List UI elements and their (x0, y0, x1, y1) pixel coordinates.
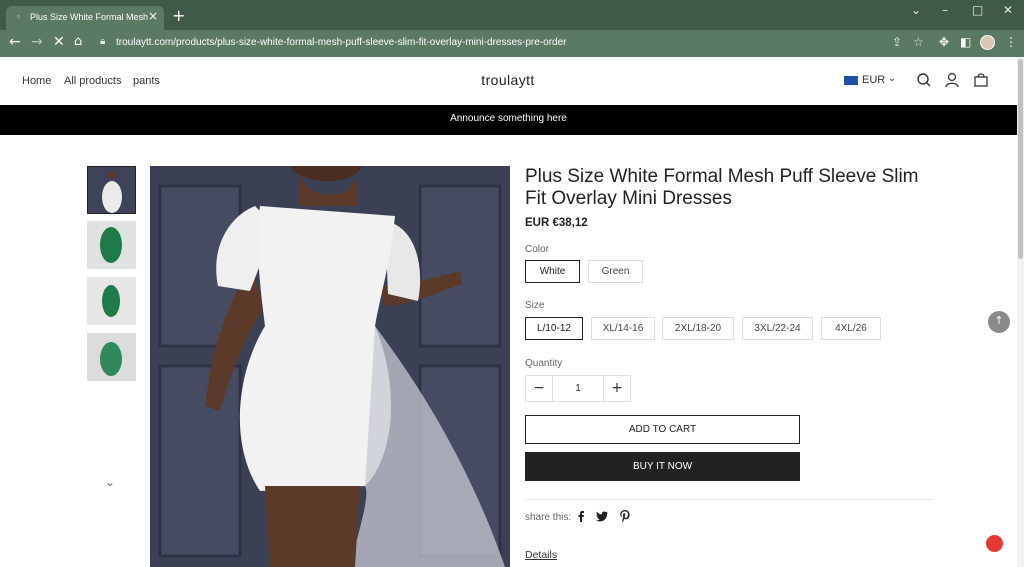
cart-icon[interactable] (972, 70, 990, 90)
close-window-icon[interactable]: ✕ (1003, 3, 1013, 17)
browser-tab-strip: ◦ Plus Size White Formal Mesh Puff × + ⌄… (0, 0, 1024, 30)
share-icon[interactable]: ⇪ (892, 35, 902, 49)
product-price: EUR €38,12 (525, 217, 588, 229)
search-icon[interactable] (915, 70, 933, 90)
arrow-up-icon: ↑ (994, 314, 1004, 327)
product-thumbnail[interactable] (87, 277, 136, 325)
color-option-white[interactable]: White (525, 260, 580, 283)
puzzle-icon[interactable]: ✥ (939, 35, 949, 49)
facebook-icon[interactable] (574, 509, 588, 523)
back-icon[interactable]: ← (9, 34, 21, 50)
quantity-input[interactable] (553, 376, 603, 401)
product-thumbnail[interactable] (87, 166, 136, 214)
tab-close-icon[interactable]: × (148, 9, 158, 23)
tab-title: Plus Size White Formal Mesh Puff (30, 12, 148, 22)
chevron-down-icon[interactable]: ⌄ (105, 475, 115, 489)
page-scrollbar[interactable] (1017, 57, 1024, 567)
announcement-text: Announce something here (450, 113, 567, 124)
size-option-l[interactable]: L/10-12 (525, 317, 583, 340)
twitter-icon[interactable] (595, 509, 609, 523)
account-icon[interactable] (943, 70, 961, 90)
url-text[interactable]: troulaytt.com/products/plus-size-white-f… (116, 37, 567, 48)
quantity-label: Quantity (525, 358, 563, 369)
currency-selector[interactable]: EUR (862, 74, 885, 86)
maximize-icon[interactable]: □ (972, 3, 983, 17)
color-option-green[interactable]: Green (588, 260, 643, 283)
quantity-decrease-button[interactable]: − (526, 376, 553, 401)
site-header: Home All products pants troulaytt EUR ⌄ (0, 57, 1017, 105)
address-bar[interactable]: 🔒︎ troulaytt.com/products/plus-size-whit… (96, 33, 934, 54)
avatar[interactable] (980, 35, 995, 50)
browser-tab[interactable]: ◦ Plus Size White Formal Mesh Puff × (6, 6, 164, 30)
chat-icon[interactable] (986, 535, 1003, 552)
browser-toolbar: ← → ✕ ⌂ 🔒︎ troulaytt.com/products/plus-s… (0, 30, 1024, 57)
nav-all-products[interactable]: All products (64, 75, 121, 87)
divider (525, 499, 933, 500)
chevron-down-icon[interactable]: ⌄ (888, 73, 896, 84)
size-option-3xl[interactable]: 3XL/22-24 (742, 317, 813, 340)
brand-logo[interactable]: troulaytt (455, 72, 561, 88)
product-title: Plus Size White Formal Mesh Puff Sleeve … (525, 166, 919, 209)
new-tab-icon[interactable]: + (172, 6, 185, 25)
share-label: share this: (525, 512, 572, 523)
sidebar-icon[interactable]: ◧ (960, 35, 971, 49)
tab-favicon-icon: ◦ (16, 13, 22, 23)
minimize-icon[interactable]: – (942, 3, 948, 17)
size-option-xl[interactable]: XL/14-16 (591, 317, 655, 340)
announcement-bar: Announce something here (0, 105, 1017, 135)
size-option-4xl[interactable]: 4XL/26 (821, 317, 881, 340)
add-to-cart-button[interactable]: ADD TO CART (525, 415, 800, 444)
back-to-top-button[interactable]: ↑ (988, 311, 1010, 333)
nav-pants[interactable]: pants (133, 75, 160, 87)
lock-icon: 🔒︎ (100, 36, 106, 47)
nav-home[interactable]: Home (22, 75, 51, 87)
size-label: Size (525, 300, 545, 311)
quantity-stepper: − + (525, 375, 631, 402)
product-main-image[interactable] (150, 166, 510, 567)
home-icon[interactable]: ⌂ (74, 34, 82, 49)
stop-icon[interactable]: ✕ (53, 34, 65, 50)
size-option-2xl[interactable]: 2XL/18-20 (662, 317, 734, 340)
buy-it-now-button[interactable]: BUY IT NOW (525, 452, 800, 481)
eu-flag-icon (844, 76, 858, 85)
star-icon[interactable]: ☆ (913, 35, 924, 49)
tab-search-icon[interactable]: ⌄ (911, 3, 921, 17)
forward-icon[interactable]: → (31, 34, 43, 50)
details-tab[interactable]: Details (525, 549, 557, 561)
product-thumbnail[interactable] (87, 333, 136, 381)
scrollbar-thumb[interactable] (1018, 59, 1023, 259)
color-label: Color (525, 244, 549, 255)
quantity-increase-button[interactable]: + (603, 376, 630, 401)
menu-icon[interactable]: ⋮ (1005, 35, 1017, 49)
pinterest-icon[interactable] (618, 509, 632, 523)
product-thumbnail[interactable] (87, 221, 136, 269)
